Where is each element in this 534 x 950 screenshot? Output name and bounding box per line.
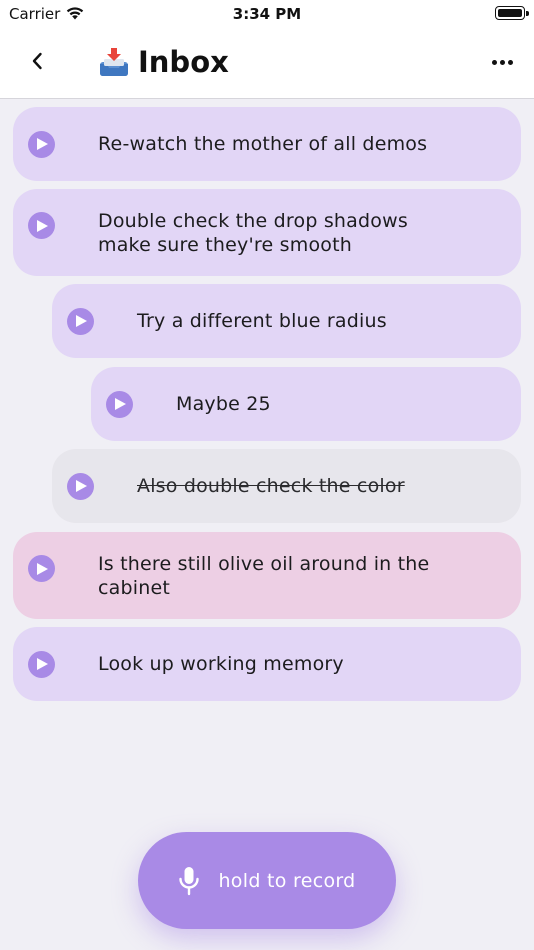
- more-options-button[interactable]: [488, 48, 516, 76]
- back-button[interactable]: [22, 46, 52, 76]
- item-text: Look up working memory: [98, 653, 344, 675]
- list-item[interactable]: Maybe 25: [91, 367, 521, 441]
- play-icon: [37, 219, 48, 232]
- item-text: Re-watch the mother of all demos: [98, 133, 428, 155]
- inbox-tray-icon: [100, 48, 128, 76]
- item-text: Is there still olive oil around in the c…: [98, 552, 430, 599]
- play-button[interactable]: [106, 390, 133, 418]
- status-bar: Carrier 3:34 PM: [0, 0, 534, 30]
- item-text: Try a different blue radius: [137, 310, 387, 332]
- title-text: Inbox: [138, 45, 229, 79]
- more-dot-icon: [507, 59, 513, 65]
- item-text: Double check the drop shadows make sure …: [98, 209, 408, 256]
- hold-to-record-button[interactable]: hold to record: [138, 832, 396, 929]
- play-button[interactable]: [28, 650, 55, 678]
- play-icon: [37, 562, 48, 575]
- list-item[interactable]: Also double check the color: [52, 449, 521, 523]
- list-item[interactable]: Is there still olive oil around in the c…: [13, 532, 521, 619]
- play-button[interactable]: [28, 130, 55, 158]
- item-text: Also double check the color: [137, 475, 405, 497]
- record-label: hold to record: [218, 869, 356, 892]
- microphone-icon: [179, 866, 200, 895]
- play-button[interactable]: [67, 472, 94, 500]
- play-icon: [37, 658, 48, 670]
- play-button[interactable]: [28, 212, 55, 239]
- more-dot-icon: [491, 59, 497, 65]
- play-button[interactable]: [28, 555, 55, 582]
- list-item[interactable]: Try a different blue radius: [52, 284, 521, 358]
- play-button[interactable]: [67, 307, 94, 335]
- battery-icon: [495, 6, 529, 20]
- list-item[interactable]: Look up working memory: [13, 627, 521, 701]
- play-icon: [76, 480, 87, 492]
- list-item[interactable]: Re-watch the mother of all demos: [13, 107, 521, 181]
- clock: 3:34 PM: [232, 5, 302, 23]
- item-text: Maybe 25: [176, 393, 271, 415]
- more-dot-icon: [499, 59, 505, 65]
- list-item[interactable]: Double check the drop shadows make sure …: [13, 189, 521, 276]
- chevron-left-icon: [32, 52, 42, 70]
- page-title: Inbox: [98, 42, 229, 82]
- play-icon: [37, 138, 48, 150]
- play-icon: [76, 315, 87, 327]
- play-icon: [115, 398, 126, 410]
- nav-bar: Inbox: [0, 30, 534, 99]
